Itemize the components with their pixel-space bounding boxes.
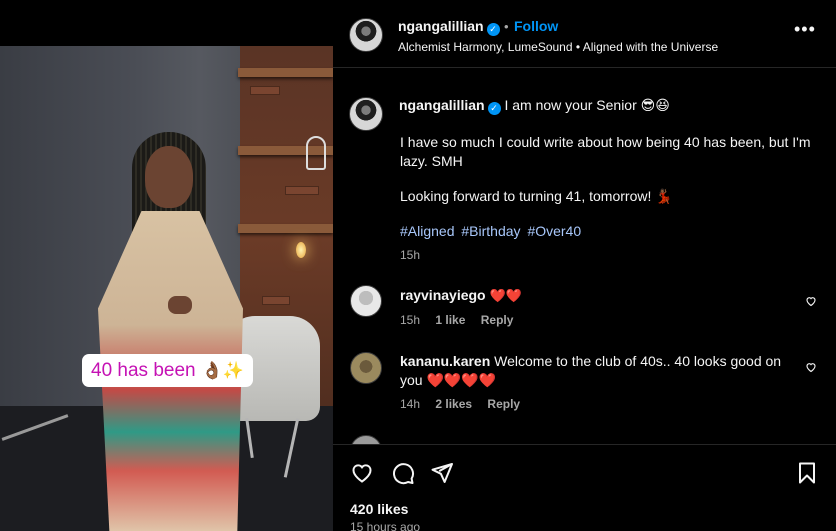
verified-badge-icon: ✓ xyxy=(487,102,501,115)
comment-username[interactable]: rayvinayiego xyxy=(400,287,486,303)
hashtags: #Aligned #Birthday #Over40 xyxy=(400,223,584,239)
separator-dot: • xyxy=(504,19,509,34)
caption-text: I am now your Senior 😎😆 xyxy=(504,97,670,113)
comment-body: ❤️❤️ xyxy=(489,288,522,303)
like-comment-heart-icon[interactable] xyxy=(805,361,817,373)
hashtag-link[interactable]: #Birthday xyxy=(461,223,520,239)
comment-likes[interactable]: 2 likes xyxy=(435,397,472,411)
header-username[interactable]: ngangalillian ✓ xyxy=(398,18,500,36)
avatar[interactable] xyxy=(350,435,382,444)
post-side-panel: ngangalillian ✓ • Follow Alchemist Harmon… xyxy=(333,0,836,531)
caption-paragraph: Looking forward to turning 41, tomorrow!… xyxy=(400,188,673,204)
sticker-emoji: 👌🏾✨ xyxy=(201,360,244,380)
comment-time[interactable]: 14h xyxy=(400,397,420,411)
post-actions: 420 likes 15 hours ago xyxy=(333,444,836,531)
brick xyxy=(250,86,280,95)
avatar[interactable] xyxy=(350,352,382,384)
person-face xyxy=(145,146,193,208)
text-sticker: 40 has been 👌🏾✨ xyxy=(82,354,253,387)
comment-username[interactable]: kananu.karen xyxy=(400,353,490,369)
verified-badge-icon: ✓ xyxy=(486,23,500,36)
post-header: ngangalillian ✓ • Follow Alchemist Harmon… xyxy=(333,0,836,68)
hashtag-link[interactable]: #Over40 xyxy=(527,223,581,239)
share-send-icon[interactable] xyxy=(430,461,454,485)
comments-scroll-area[interactable]: ngangalillian ✓ I am now your Senior 😎😆 I… xyxy=(333,69,836,444)
avatar[interactable] xyxy=(349,18,383,52)
comment-text: rayvinayiego ❤️❤️ xyxy=(400,286,790,305)
avatar[interactable] xyxy=(350,285,382,317)
comment-time[interactable]: 15h xyxy=(400,313,420,327)
username-text[interactable]: ngangalillian xyxy=(398,18,484,34)
brick xyxy=(262,296,290,305)
like-heart-icon[interactable] xyxy=(350,461,374,485)
lantern xyxy=(306,136,326,170)
wall-shelf xyxy=(238,68,333,77)
comment-text: kananu.karen Welcome to the club of 40s.… xyxy=(400,352,790,390)
light-bulb xyxy=(296,242,306,258)
comment-bubble-icon[interactable] xyxy=(391,461,415,485)
like-comment-heart-icon[interactable] xyxy=(805,295,817,307)
comment-likes[interactable]: 1 like xyxy=(435,313,465,327)
likes-count[interactable]: 420 likes xyxy=(350,501,408,517)
post-time: 15 hours ago xyxy=(350,520,421,531)
save-bookmark-icon[interactable] xyxy=(795,461,819,485)
person-hands xyxy=(168,296,192,314)
follow-button[interactable]: Follow xyxy=(514,18,558,34)
caption-username[interactable]: ngangalillian xyxy=(399,97,485,113)
post-photo[interactable]: 40 has been 👌🏾✨ xyxy=(0,46,333,531)
caption-first-line: ngangalillian ✓ I am now your Senior 😎😆 xyxy=(399,97,670,115)
wall-shelf xyxy=(238,224,333,233)
reply-button[interactable]: Reply xyxy=(487,397,520,411)
caption-paragraph: I have so much I could write about how b… xyxy=(400,134,811,169)
comment-meta: 15h 1 like Reply xyxy=(400,313,525,327)
hashtag-link[interactable]: #Aligned xyxy=(400,223,455,239)
brick xyxy=(285,186,319,195)
comment-meta: 14h 2 likes Reply xyxy=(400,397,532,411)
sticker-text: 40 has been xyxy=(91,359,196,381)
avatar[interactable] xyxy=(349,97,383,131)
reply-button[interactable]: Reply xyxy=(481,313,514,327)
caption-time[interactable]: 15h xyxy=(400,248,420,262)
more-options-icon[interactable]: ••• xyxy=(794,20,816,44)
header-subtitle[interactable]: Alchemist Harmony, LumeSound • Aligned w… xyxy=(398,40,718,54)
